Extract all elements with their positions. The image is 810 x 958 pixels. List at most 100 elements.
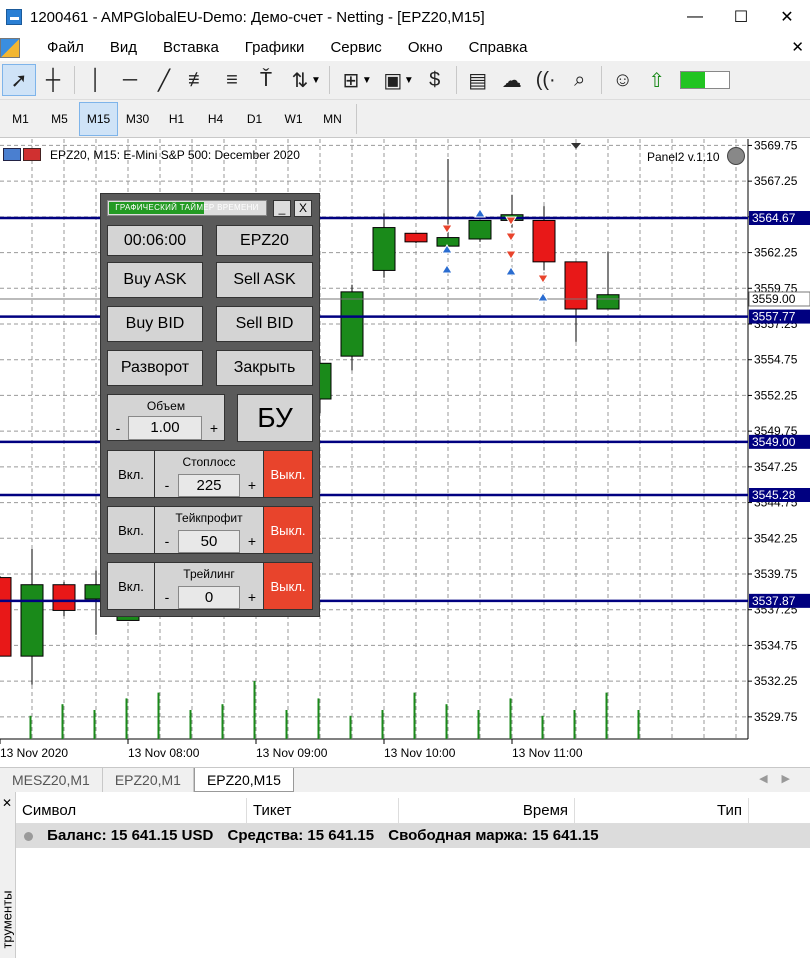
- cursor-icon[interactable]: ➚: [2, 64, 36, 96]
- radio-icon[interactable]: ((·: [529, 64, 563, 96]
- menu-window[interactable]: Окно: [395, 39, 456, 56]
- panel-minimize-button[interactable]: _: [273, 200, 291, 217]
- lvl-progress-fill: [680, 72, 705, 88]
- trailing-off-button[interactable]: Выкл.: [263, 562, 313, 610]
- chart-close-button[interactable]: ✕: [791, 38, 804, 56]
- calendar-icon[interactable]: [3, 148, 21, 161]
- col-type[interactable]: Тип: [575, 798, 749, 824]
- trade-panel[interactable]: ГРАФИЧЕСКИЙ ТАЙМЕР ВРЕМЕНИ _ X 00:06:00 …: [100, 193, 320, 617]
- takeprofit-off-button[interactable]: Выкл.: [263, 506, 313, 554]
- new-chart-dropdown-icon[interactable]: ▼: [362, 75, 372, 86]
- col-ticket[interactable]: Тикет: [247, 798, 399, 824]
- timer-progress-bar: ГРАФИЧЕСКИЙ ТАЙМЕР ВРЕМЕНИ: [107, 200, 267, 216]
- tf-m1[interactable]: M1: [1, 102, 40, 136]
- trailing-plus-button[interactable]: +: [242, 589, 262, 605]
- trailing-input[interactable]: 0: [178, 586, 240, 609]
- buy-bid-button[interactable]: Buy BID: [107, 306, 203, 342]
- fibonacci-icon[interactable]: ≡: [215, 64, 249, 96]
- close-positions-button[interactable]: Закрыть: [216, 350, 313, 386]
- tf-m30[interactable]: M30: [118, 102, 157, 136]
- tf-mn[interactable]: MN: [313, 102, 352, 136]
- expert-icon[interactable]: [727, 147, 745, 165]
- buy-arrow-icon: [474, 208, 486, 218]
- y-tick-label: 3562.25: [754, 246, 798, 260]
- price-level-label: 3545.28: [752, 488, 796, 502]
- market-icon[interactable]: ▤: [461, 64, 495, 96]
- reverse-button[interactable]: Разворот: [107, 350, 203, 386]
- maximize-button[interactable]: ☐: [718, 0, 764, 34]
- volume-input[interactable]: 1.00: [128, 416, 202, 440]
- y-tick-label: 3569.75: [754, 139, 798, 152]
- flag-icon[interactable]: [23, 148, 41, 161]
- menu-insert[interactable]: Вставка: [150, 39, 232, 56]
- menu-view[interactable]: Вид: [97, 39, 150, 56]
- sell-arrow-icon: [441, 224, 453, 234]
- toolbox-close-button[interactable]: ✕: [2, 796, 12, 810]
- stoploss-minus-button[interactable]: -: [157, 477, 177, 493]
- stoploss-plus-button[interactable]: +: [242, 477, 262, 493]
- crosshair-icon[interactable]: ┼: [36, 64, 70, 96]
- buy-arrow-icon: [505, 266, 517, 276]
- signals-icon[interactable]: ☁: [495, 64, 529, 96]
- tab-epz20-m15[interactable]: EPZ20,M15: [193, 768, 294, 792]
- menu-charts[interactable]: Графики: [232, 39, 318, 56]
- takeprofit-plus-button[interactable]: +: [242, 533, 262, 549]
- account-icon[interactable]: ☺: [606, 64, 640, 96]
- menu-file[interactable]: Файл: [34, 39, 97, 56]
- vertical-line-icon[interactable]: │: [79, 64, 113, 96]
- y-tick-label: 3547.25: [754, 460, 798, 474]
- tf-m5[interactable]: M5: [40, 102, 79, 136]
- trailing-minus-button[interactable]: -: [157, 589, 177, 605]
- buy-ask-button[interactable]: Buy ASK: [107, 262, 203, 298]
- horizontal-line-icon[interactable]: ─: [113, 64, 147, 96]
- chart-header-icons: [3, 148, 45, 162]
- takeprofit-minus-button[interactable]: -: [157, 533, 177, 549]
- mt5-logo-icon[interactable]: [0, 37, 20, 58]
- templates-dropdown-icon[interactable]: ▼: [404, 75, 414, 86]
- tf-m15[interactable]: M15: [79, 101, 118, 136]
- sell-ask-button[interactable]: Sell ASK: [216, 262, 313, 298]
- tf-h1[interactable]: H1: [157, 102, 196, 136]
- text-icon[interactable]: Ť: [249, 64, 283, 96]
- lvl-icon[interactable]: ⇧: [640, 64, 674, 96]
- candle-bear: [0, 577, 12, 657]
- tf-d1[interactable]: D1: [235, 102, 274, 136]
- timeframe-bar: M1 M5 M15 M30 H1 H4 D1 W1 MN: [0, 100, 810, 138]
- y-tick-label: 3552.25: [754, 388, 798, 402]
- stoploss-input[interactable]: 225: [178, 474, 240, 497]
- trade-icon[interactable]: $: [418, 64, 452, 96]
- equidistant-channel-icon[interactable]: ≢: [181, 64, 215, 96]
- col-symbol[interactable]: Символ: [16, 798, 247, 824]
- menu-tools[interactable]: Сервис: [317, 39, 394, 56]
- takeprofit-input[interactable]: 50: [178, 530, 240, 553]
- candle-bull: [340, 291, 364, 357]
- tf-h4[interactable]: H4: [196, 102, 235, 136]
- tf-w1[interactable]: W1: [274, 102, 313, 136]
- x-tick-label: 13 Nov 11:00: [512, 746, 583, 760]
- search-icon[interactable]: ⌕: [563, 64, 597, 96]
- trendline-icon[interactable]: ╱: [147, 64, 181, 96]
- y-tick-label: 3554.75: [754, 353, 798, 367]
- col-time[interactable]: Время: [399, 798, 575, 824]
- panel-close-button[interactable]: X: [294, 200, 312, 217]
- close-button[interactable]: ✕: [764, 0, 810, 34]
- tab-scroll-arrows-icon[interactable]: ◀▶: [759, 772, 804, 785]
- takeprofit-on-button[interactable]: Вкл.: [107, 506, 155, 554]
- volume-plus-button[interactable]: +: [204, 420, 224, 436]
- trailing-on-button[interactable]: Вкл.: [107, 562, 155, 610]
- stoploss-on-button[interactable]: Вкл.: [107, 450, 155, 498]
- breakeven-button[interactable]: БУ: [237, 394, 313, 442]
- stoploss-off-button[interactable]: Выкл.: [263, 450, 313, 498]
- tab-mesz20-m1[interactable]: MESZ20,M1: [0, 768, 103, 792]
- menu-help[interactable]: Справка: [456, 39, 541, 56]
- arrows-dropdown-icon[interactable]: ▼: [311, 75, 321, 86]
- app-icon: [6, 9, 22, 25]
- minimize-button[interactable]: —: [672, 0, 718, 34]
- toolbar-separator: [74, 66, 75, 94]
- sell-bid-button[interactable]: Sell BID: [216, 306, 313, 342]
- volume-minus-button[interactable]: -: [109, 420, 127, 436]
- tab-epz20-m1[interactable]: EPZ20,M1: [103, 768, 194, 792]
- equity-value: Средства: 15 641.15: [227, 827, 375, 844]
- balance-row[interactable]: Баланс: 15 641.15 USD Средства: 15 641.1…: [16, 824, 810, 848]
- toolbar-separator: [328, 66, 330, 94]
